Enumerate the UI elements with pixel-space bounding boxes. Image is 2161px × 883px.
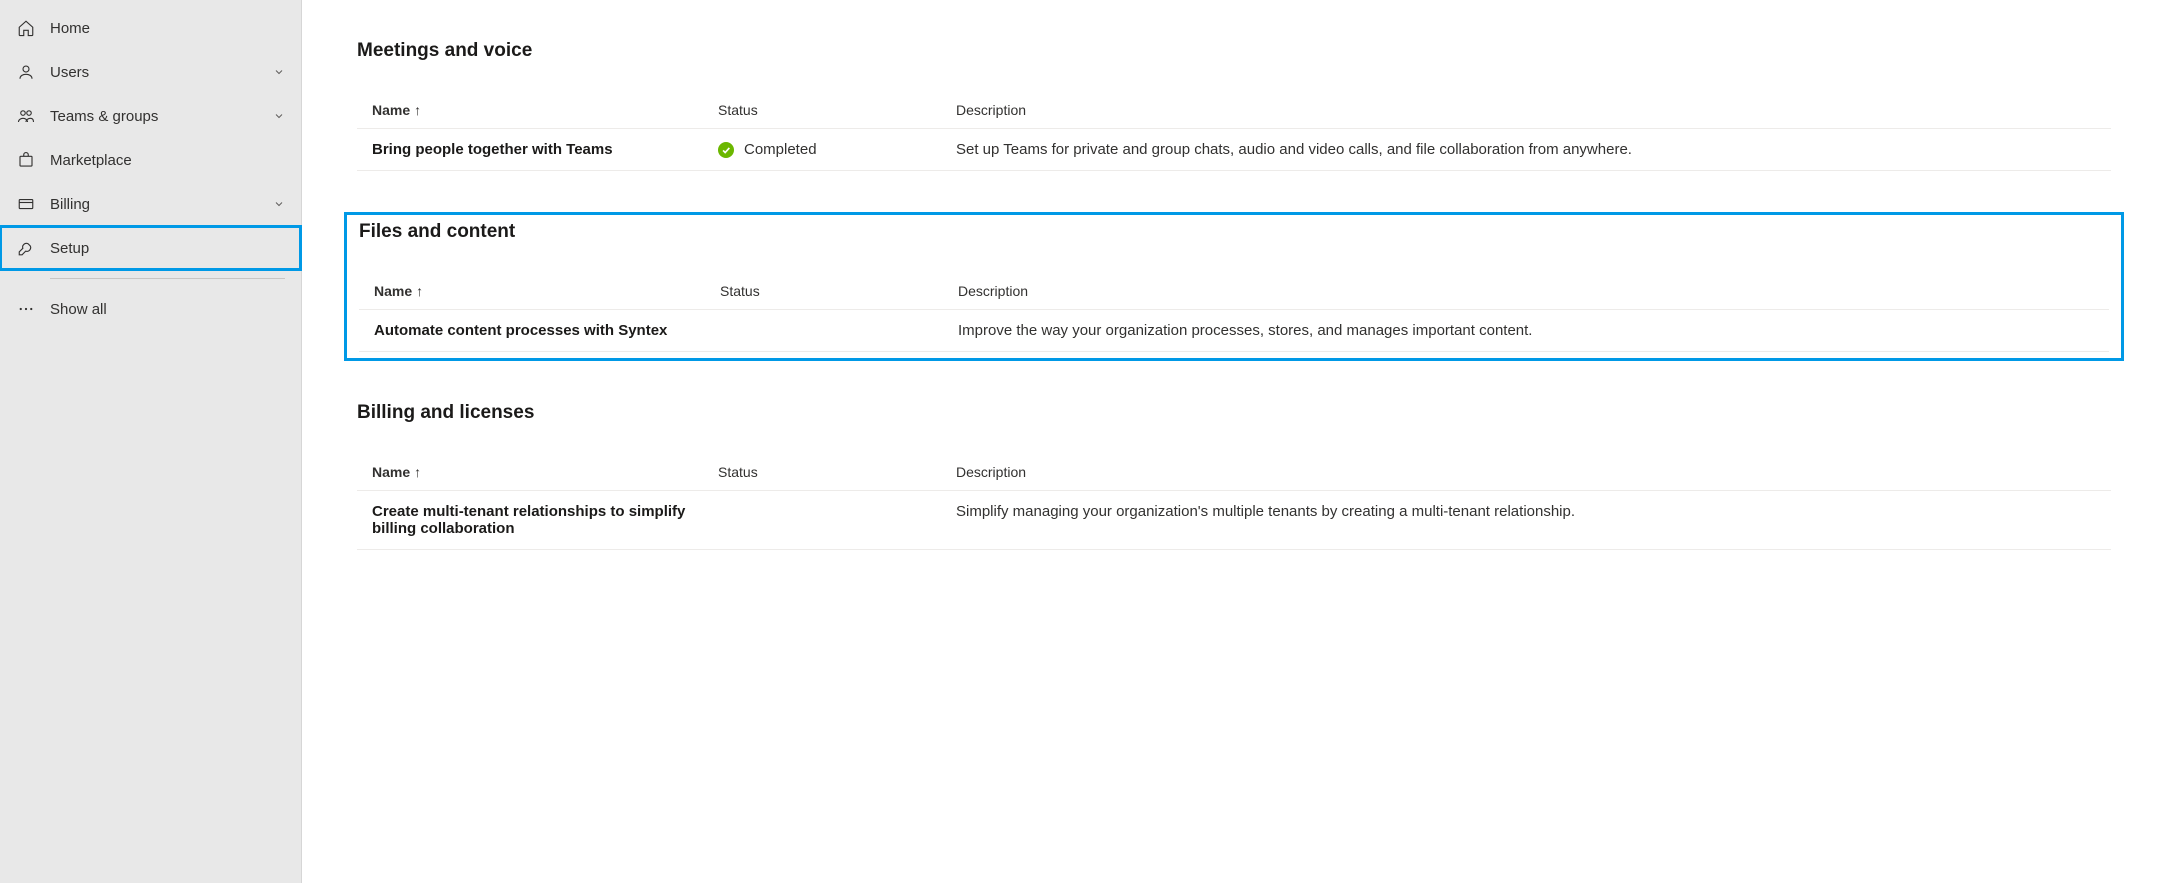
row-name: Bring people together with Teams — [372, 141, 718, 158]
section-title: Files and content — [359, 221, 2115, 243]
sidebar-item-show-all[interactable]: Show all — [0, 287, 301, 331]
column-header-status[interactable]: Status — [718, 102, 956, 118]
section-billing-licenses: Billing and licenses Name↑ Status Descri… — [357, 402, 2111, 550]
check-circle-icon — [718, 142, 734, 158]
column-header-name[interactable]: Name↑ — [374, 283, 720, 299]
row-status — [718, 503, 956, 537]
sidebar: Home Users Teams & groups Marketplace Bi… — [0, 0, 302, 883]
row-description: Simplify managing your organization's mu… — [956, 503, 2096, 537]
ellipsis-icon — [16, 299, 36, 319]
sidebar-item-users[interactable]: Users — [0, 50, 301, 94]
sidebar-item-setup[interactable]: Setup — [0, 226, 301, 270]
section-meetings-voice: Meetings and voice Name↑ Status Descript… — [357, 40, 2111, 171]
table-row[interactable]: Bring people together with Teams Complet… — [357, 129, 2111, 171]
sidebar-item-label: Home — [50, 20, 285, 37]
row-description: Improve the way your organization proces… — [958, 322, 2094, 339]
row-status: Completed — [718, 141, 956, 158]
teams-icon — [16, 106, 36, 126]
sidebar-divider — [50, 278, 285, 279]
table-header: Name↑ Status Description — [357, 92, 2111, 129]
sidebar-item-label: Marketplace — [50, 152, 285, 169]
table-header: Name↑ Status Description — [359, 273, 2109, 310]
card-icon — [16, 194, 36, 214]
table-row[interactable]: Create multi-tenant relationships to sim… — [357, 491, 2111, 550]
sidebar-item-label: Setup — [50, 240, 285, 257]
section-files-content: Files and content Name↑ Status Descripti… — [351, 219, 2117, 354]
sidebar-item-label: Show all — [50, 301, 285, 318]
table-row[interactable]: Automate content processes with Syntex I… — [359, 310, 2109, 352]
user-icon — [16, 62, 36, 82]
column-header-status[interactable]: Status — [720, 283, 958, 299]
wrench-icon — [16, 238, 36, 258]
sort-up-icon: ↑ — [416, 283, 423, 299]
home-icon — [16, 18, 36, 38]
sort-up-icon: ↑ — [414, 102, 421, 118]
column-header-description[interactable]: Description — [958, 283, 2094, 299]
column-header-description[interactable]: Description — [956, 102, 2096, 118]
sidebar-item-marketplace[interactable]: Marketplace — [0, 138, 301, 182]
sidebar-item-label: Teams & groups — [50, 108, 273, 125]
row-status — [720, 322, 958, 339]
main-content: Meetings and voice Name↑ Status Descript… — [302, 0, 2161, 883]
sidebar-item-home[interactable]: Home — [0, 6, 301, 50]
status-text: Completed — [744, 141, 817, 158]
sidebar-item-label: Users — [50, 64, 273, 81]
chevron-down-icon — [273, 198, 285, 210]
column-header-status[interactable]: Status — [718, 464, 956, 480]
row-name: Automate content processes with Syntex — [374, 322, 720, 339]
row-name: Create multi-tenant relationships to sim… — [372, 503, 718, 537]
column-header-name[interactable]: Name↑ — [372, 102, 718, 118]
chevron-down-icon — [273, 110, 285, 122]
row-description: Set up Teams for private and group chats… — [956, 141, 2096, 158]
chevron-down-icon — [273, 66, 285, 78]
section-title: Meetings and voice — [357, 40, 2111, 62]
column-header-name[interactable]: Name↑ — [372, 464, 718, 480]
sidebar-item-teams-groups[interactable]: Teams & groups — [0, 94, 301, 138]
sidebar-item-label: Billing — [50, 196, 273, 213]
section-title: Billing and licenses — [357, 402, 2111, 424]
sidebar-item-billing[interactable]: Billing — [0, 182, 301, 226]
sort-up-icon: ↑ — [414, 464, 421, 480]
table-header: Name↑ Status Description — [357, 454, 2111, 491]
column-header-description[interactable]: Description — [956, 464, 2096, 480]
bag-icon — [16, 150, 36, 170]
